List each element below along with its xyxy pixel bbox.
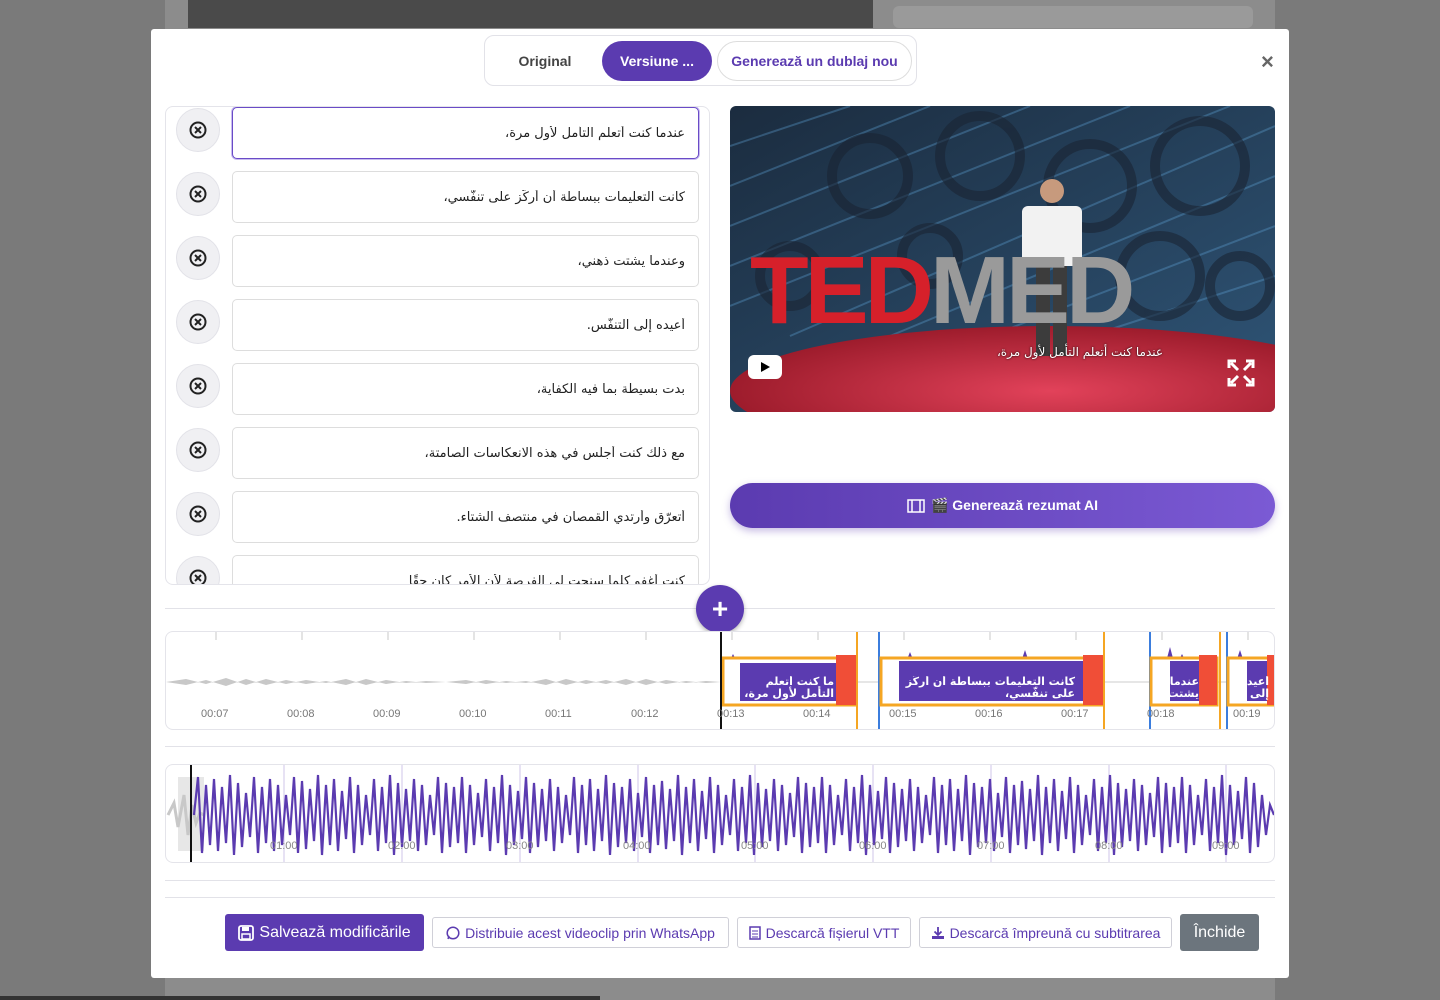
overview-tick-label: 06:00: [859, 840, 887, 852]
overview-tick-label: 03:00: [506, 840, 534, 852]
youtube-play-icon[interactable]: [748, 355, 782, 379]
remove-circle-icon: [189, 121, 207, 139]
list-item: [166, 491, 709, 543]
waveform-overview[interactable]: 01:00 02:00 03:00 04:00 05:00 06:00 07:0…: [165, 764, 1275, 863]
segment-timeline[interactable]: ما كنت أتعلم التأمل لأول مرة، كانت التعل…: [165, 631, 1275, 730]
remove-segment-button[interactable]: [176, 172, 220, 216]
divider: [165, 897, 1275, 898]
save-label: Salvează modificările: [259, 923, 411, 941]
share-whatsapp-label: Distribuie acest videoclip prin WhatsApp: [465, 924, 715, 941]
list-item: [166, 427, 709, 479]
segment-text-input[interactable]: [232, 363, 699, 415]
timeline-tick-label: 00:14: [803, 708, 831, 720]
whatsapp-icon: [446, 925, 460, 940]
ted-logo: TEDMED: [750, 237, 1135, 344]
download-with-subtitles-button[interactable]: Descarcă împreună cu subtitrarea: [919, 917, 1172, 948]
download-with-subtitles-label: Descarcă împreună cu subtitrarea: [949, 924, 1161, 941]
overview-tick-label: 09:00: [1212, 840, 1240, 852]
video-subtitle: عندما كنت أتعلم التأمل لأول مرة،: [996, 345, 1164, 359]
film-icon: [907, 498, 925, 513]
overview-tick-label: 08:00: [1095, 840, 1123, 852]
timeline-tick-label: 00:15: [889, 708, 917, 720]
segment-text-input[interactable]: [232, 107, 699, 159]
remove-segment-button[interactable]: [176, 364, 220, 408]
timeline-tick-label: 00:19: [1233, 708, 1261, 720]
segment-list[interactable]: [165, 106, 710, 585]
list-item: [166, 171, 709, 223]
segment-text-input[interactable]: [232, 299, 699, 351]
fullscreen-icon[interactable]: [1227, 359, 1255, 387]
remove-segment-button[interactable]: [176, 300, 220, 344]
segment-text-input[interactable]: [232, 555, 699, 584]
segment-text-input[interactable]: [232, 171, 699, 223]
overview-tick-label: 01:00: [270, 840, 298, 852]
download-vtt-label: Descarcă fișierul VTT: [765, 924, 900, 941]
tab-original[interactable]: Original: [493, 41, 597, 81]
close-button[interactable]: Închide: [1180, 914, 1259, 951]
divider: [165, 880, 1275, 881]
list-item: [166, 299, 709, 351]
version-tabs: Original Versiune ... Generează un dubla…: [484, 35, 917, 86]
segment-text-input[interactable]: [232, 235, 699, 287]
download-vtt-button[interactable]: Descarcă fișierul VTT: [737, 917, 911, 948]
remove-circle-icon: [189, 249, 207, 267]
remove-segment-button[interactable]: [176, 492, 220, 536]
timeline-tick-label: 00:12: [631, 708, 659, 720]
remove-segment-button[interactable]: [176, 428, 220, 472]
overview-tick-label: 05:00: [741, 840, 769, 852]
generate-ai-summary-label: 🎬 Generează rezumat AI: [930, 497, 1099, 513]
timeline-tick-label: 00:18: [1147, 708, 1175, 720]
overview-tick-label: 02:00: [388, 840, 416, 852]
floppy-icon: [238, 924, 255, 941]
list-item: [166, 555, 709, 584]
timeline-clip-label: كانت التعليمات ببساطة أن أركّز على تنفّس…: [905, 676, 1075, 700]
timeline-tick-label: 00:17: [1061, 708, 1089, 720]
remove-segment-button[interactable]: [176, 108, 220, 152]
remove-circle-icon: [189, 569, 207, 584]
generate-ai-summary-button[interactable]: 🎬 Generează rezumat AI: [730, 483, 1275, 528]
remove-circle-icon: [189, 185, 207, 203]
tab-new-dub[interactable]: Generează un dublaj nou: [717, 41, 912, 81]
timeline-tick-label: 00:07: [201, 708, 229, 720]
timeline-tick-label: 00:10: [459, 708, 487, 720]
video-player[interactable]: TEDMED عندما كنت أتعلم التأمل لأول مرة،: [730, 106, 1275, 412]
list-item: [166, 235, 709, 287]
timeline-clip-label: عندما يشتت: [1170, 676, 1199, 700]
segment-text-input[interactable]: [232, 491, 699, 543]
add-segment-button[interactable]: +: [696, 585, 744, 633]
timeline-tick-label: 00:13: [717, 708, 745, 720]
timeline-tick-label: 00:16: [975, 708, 1003, 720]
overview-tick-label: 04:00: [623, 840, 651, 852]
waveform-grey: [166, 678, 721, 686]
tab-version[interactable]: Versiune ...: [602, 41, 712, 81]
background-video: [188, 0, 873, 28]
save-button[interactable]: Salvează modificările: [225, 914, 424, 951]
divider: [165, 746, 1275, 747]
segment-text-input[interactable]: [232, 427, 699, 479]
remove-circle-icon: [189, 377, 207, 395]
remove-circle-icon: [189, 441, 207, 459]
overview-tick-label: 07:00: [977, 840, 1005, 852]
download-icon: [931, 926, 944, 939]
timeline-grid: [215, 632, 1249, 640]
remove-circle-icon: [189, 505, 207, 523]
list-item: [166, 107, 709, 159]
timeline-tick-label: 00:09: [373, 708, 401, 720]
remove-segment-button[interactable]: [176, 236, 220, 280]
remove-segment-button[interactable]: [176, 556, 220, 584]
timeline-tick-label: 00:11: [545, 708, 572, 720]
remove-circle-icon: [189, 313, 207, 331]
background-card: [893, 6, 1253, 28]
timeline-clip-label: أعيده إلى: [1247, 676, 1269, 700]
edit-dub-modal: Original Versiune ... Generează un dubla…: [151, 29, 1289, 978]
timeline-clip-label: ما كنت أتعلم التأمل لأول مرة،: [744, 676, 834, 700]
timeline-tick-label: 00:08: [287, 708, 315, 720]
file-icon: [748, 925, 761, 940]
background-strip: [0, 996, 600, 1000]
list-item: [166, 363, 709, 415]
close-icon[interactable]: ×: [1261, 49, 1274, 75]
share-whatsapp-button[interactable]: Distribuie acest videoclip prin WhatsApp: [432, 917, 729, 948]
